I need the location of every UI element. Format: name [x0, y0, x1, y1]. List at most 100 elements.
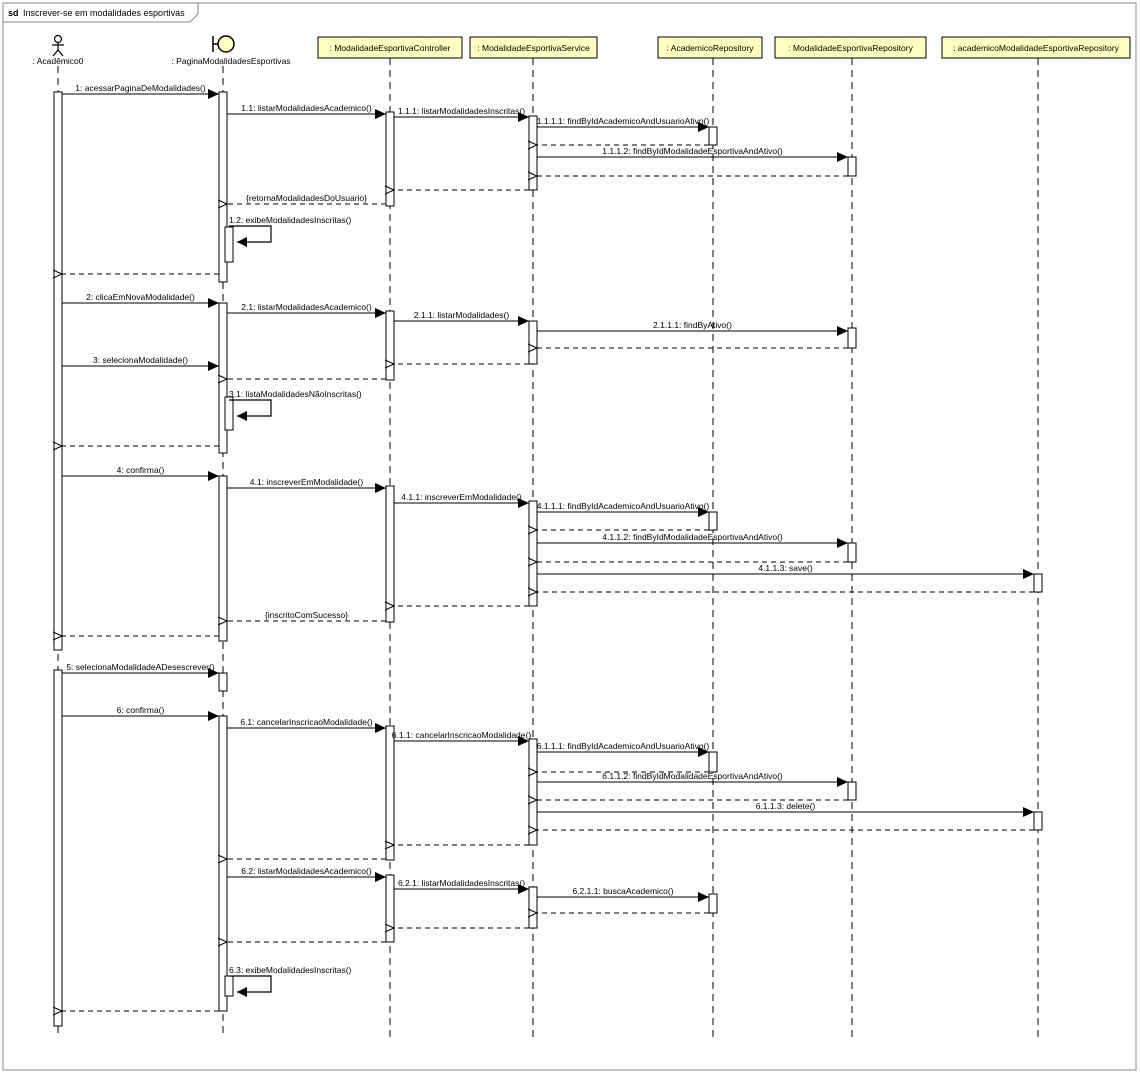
activation-bar [708, 511, 718, 531]
message-14: 2.1.1: listarModalidades() [394, 310, 529, 326]
arrowhead [1023, 569, 1034, 579]
message-label: 1.1: listarModalidadesAcademico() [241, 103, 372, 113]
message-37: 6.1.1: cancelarInscricaoModalidade() [392, 730, 532, 746]
arrowhead [208, 711, 219, 721]
arrowhead [375, 109, 386, 119]
arrowhead [237, 987, 247, 997]
message-label: {inscritoComSucesso} [265, 610, 348, 620]
self-message-line [229, 399, 272, 417]
message-4: 1.1.1.1: findByIdAcademicoAndUsuarioAtiv… [537, 116, 709, 132]
lifelines [57, 58, 1039, 1038]
frame-keyword: sd [8, 8, 19, 18]
arrowhead [518, 316, 529, 326]
message-3: 1.1.1: listarModalidadesInscritas() [394, 106, 529, 122]
lifeline-head-page: : PaginaModalidadesEsportivas [171, 35, 291, 66]
message-16 [527, 343, 848, 353]
self-message-line [229, 975, 272, 993]
message-label: 2.1: listarModalidadesAcademico() [241, 302, 372, 312]
message-label: 6.1.1.2: findByIdModalidadeEsportivaAndA… [602, 771, 783, 781]
message-label: 1.1.1.2: findByIdModalidadeEsportivaAndA… [602, 146, 783, 156]
activation-bar [708, 751, 718, 773]
message-19 [217, 374, 386, 384]
messages: 1: acessarPaginaDeModalidades() 1.1: list… [52, 83, 1034, 1016]
activation-bar [1033, 573, 1043, 593]
message-label: 4.1.1: inscreverEmModalidade() [401, 492, 522, 502]
message-10: 1.2: exibeModalidadesInscritas() [229, 215, 352, 247]
message-52: 6.3: exibeModalidadesInscritas() [229, 965, 352, 997]
message-15: 2.1.1.1: findByAtivo() [537, 320, 848, 336]
message-label: 3.1: listaModalidadesNãoInscritas() [229, 389, 362, 399]
activation-bar [847, 327, 857, 349]
boundary-icon [212, 35, 235, 53]
message-31 [384, 601, 529, 611]
activation-bar [385, 725, 395, 861]
message-label: 4.1.1.1: findByIdAcademicoAndUsuarioAtiv… [537, 501, 710, 511]
message-40: 6.1.1.2: findByIdModalidadeEsportivaAndA… [537, 771, 848, 787]
activation-bar [847, 542, 857, 563]
activation-bar [224, 396, 234, 431]
lifeline-label: : PaginaModalidadesEsportivas [171, 56, 290, 66]
message-label: 6: confirma() [117, 705, 165, 715]
message-21 [52, 441, 219, 451]
message-36: 6.1: cancelarInscricaoModalidade() [227, 717, 386, 733]
message-35: 6: confirma() [62, 705, 219, 721]
activation-bar [847, 781, 857, 801]
actor-icon [52, 34, 64, 57]
message-label: 6.2.1.1: buscaAcademico() [572, 886, 673, 896]
message-12: 2: clicaEmNovaModalidade() [62, 292, 219, 308]
arrowhead [1023, 807, 1034, 817]
lifeline-label: : AcademicoRepository [667, 43, 755, 53]
activation-bar [224, 975, 234, 997]
message-44 [384, 840, 529, 850]
message-label: 6.1.1: cancelarInscricaoModalidade() [392, 730, 532, 740]
message-38: 6.1.1.1: findByIdAcademicoAndUsuarioAtiv… [537, 741, 709, 757]
arrowhead [375, 872, 386, 882]
activation-bar [218, 672, 228, 692]
message-43 [527, 825, 1034, 835]
message-label: {retornaModalidadesDoUsuario} [246, 193, 367, 203]
arrowhead [837, 152, 848, 162]
lifeline-label: : ModalidadeEsportivaService [477, 43, 590, 53]
message-label: 4: confirma() [117, 465, 165, 475]
lifeline-label: : academicoModalidadeEsportivaRepository [953, 43, 1120, 53]
activation-bar [528, 886, 538, 929]
message-33 [52, 631, 219, 641]
activation-bar [708, 126, 718, 146]
activation-bar [218, 475, 228, 642]
message-1: 1: acessarPaginaDeModalidades() [62, 83, 219, 99]
message-label: 2: clicaEmNovaModalidade() [86, 292, 195, 302]
activation-bar [708, 893, 718, 914]
frame-title: Inscrever-se em modalidades esportivas [23, 8, 185, 18]
lifeline-head-amRepo: : academicoModalidadeEsportivaRepository [941, 36, 1131, 59]
message-50 [384, 923, 529, 933]
diagram-frame [2, 2, 1137, 1071]
message-48: 6.2.1.1: buscaAcademico() [537, 886, 709, 902]
lifeline-label: : Acadêmico0 [32, 56, 83, 66]
arrowhead [698, 892, 709, 902]
arrowhead [375, 483, 386, 493]
message-11 [52, 269, 219, 279]
message-24: 4.1.1: inscreverEmModalidade() [394, 492, 529, 508]
activation-bars [53, 91, 1043, 1027]
message-label: 4.1.1.3: save() [758, 563, 813, 573]
arrowhead [837, 326, 848, 336]
activation-bar [53, 91, 63, 651]
arrowhead [208, 298, 219, 308]
message-47: 6.2.1: listarModalidadesInscritas() [394, 878, 529, 894]
sequence-diagram: sd Inscrever-se em modalidades esportiva… [2, 2, 1137, 1071]
message-9: {retornaModalidadesDoUsuario} [217, 193, 386, 209]
self-message-line [229, 225, 272, 243]
message-label: 1.1.1: listarModalidadesInscritas() [398, 106, 525, 116]
message-2: 1.1: listarModalidadesAcademico() [227, 103, 386, 119]
lifeline-heads: : Acadêmico0 : PaginaModalidadesEsportiva… [32, 34, 1131, 66]
message-label: 6.2.1: listarModalidadesInscritas() [398, 878, 525, 888]
arrowhead [237, 411, 247, 421]
message-42: 6.1.1.3: delete() [537, 801, 1034, 817]
activation-bar [385, 485, 395, 623]
message-29: 4.1.1.3: save() [537, 563, 1034, 579]
message-label: 4.1.1.2: findByIdModalidadeEsportivaAndA… [602, 532, 783, 542]
message-51 [217, 937, 386, 947]
arrowhead [208, 361, 219, 371]
activation-bar [1033, 811, 1043, 831]
lifeline-head-modRepo: : ModalidadeEsportivaRepository [774, 36, 927, 59]
